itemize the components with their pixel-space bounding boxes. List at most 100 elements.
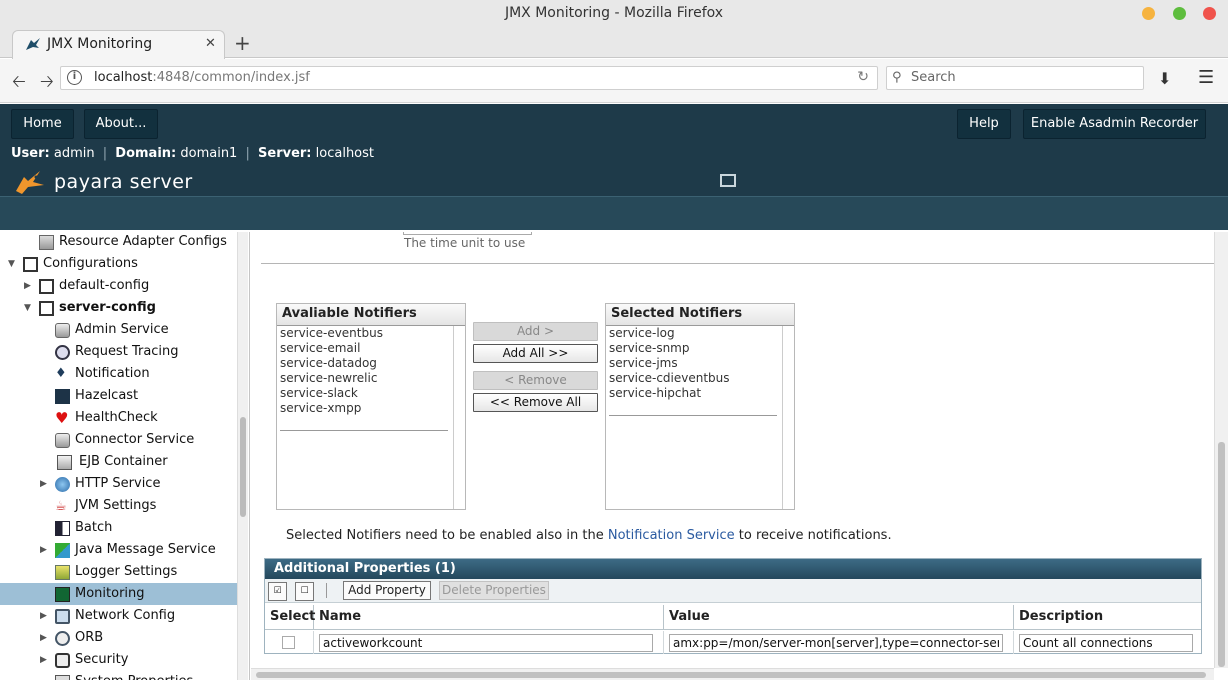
tree-item-jvm-settings[interactable]: ☕ JVM Settings	[0, 495, 237, 517]
property-name-field[interactable]	[319, 634, 653, 652]
remove-all-button[interactable]: << Remove All	[473, 393, 598, 412]
tree-item-resource-adapter-configs[interactable]: Resource Adapter Configs	[0, 232, 237, 253]
url-text[interactable]: localhost:4848/common/index.jsf	[94, 70, 310, 85]
tracing-icon	[55, 345, 70, 360]
column-header-name[interactable]: Name	[314, 605, 664, 630]
list-item[interactable]: service-datadog	[277, 356, 453, 371]
tree-item-logger-settings[interactable]: Logger Settings	[0, 561, 237, 583]
list-item[interactable]: service-snmp	[606, 341, 782, 356]
property-description-field[interactable]	[1019, 634, 1193, 652]
collapsed-toggle-icon[interactable]: ▶	[40, 627, 50, 649]
asadmin-recorder-button[interactable]: Enable Asadmin Recorder	[1023, 109, 1206, 139]
main-vertical-scrollbar[interactable]	[1214, 232, 1228, 668]
tree-item-batch[interactable]: Batch	[0, 517, 237, 539]
time-unit-select[interactable]	[403, 232, 532, 235]
tree-item-admin-service[interactable]: Admin Service	[0, 319, 237, 341]
collapsed-toggle-icon[interactable]: ▶	[40, 649, 50, 671]
list-item[interactable]: service-email	[277, 341, 453, 356]
reload-icon[interactable]: ↻	[857, 69, 869, 85]
column-header-description[interactable]: Description	[1014, 605, 1201, 630]
bell-icon: ♦	[55, 366, 67, 381]
add-all-button[interactable]: Add All >>	[473, 344, 598, 363]
address-bar[interactable]: i localhost:4848/common/index.jsf ↻	[60, 66, 878, 90]
maximize-button[interactable]	[1173, 7, 1186, 20]
add-property-button[interactable]: Add Property	[343, 581, 431, 600]
tree-item-server-config[interactable]: ▼ server-config	[0, 297, 237, 319]
list-item[interactable]: service-slack	[277, 386, 453, 401]
column-header-select[interactable]: Select	[265, 605, 315, 630]
tree-item-request-tracing[interactable]: Request Tracing	[0, 341, 237, 363]
tree-item-java-message-service[interactable]: ▶ Java Message Service	[0, 539, 237, 561]
list-item[interactable]: service-jms	[606, 356, 782, 371]
tree-item-security[interactable]: ▶ Security	[0, 649, 237, 671]
remove-button[interactable]: < Remove	[473, 371, 598, 390]
add-button[interactable]: Add >	[473, 322, 598, 341]
jms-icon	[55, 543, 70, 558]
config-icon	[23, 257, 38, 272]
tree-item-configurations[interactable]: ▼ Configurations	[0, 253, 237, 275]
tree-item-hazelcast[interactable]: Hazelcast	[0, 385, 237, 407]
layout-toggle-icon[interactable]	[720, 174, 736, 187]
tree-item-orb[interactable]: ▶ ORB	[0, 627, 237, 649]
list-item[interactable]: service-xmpp	[277, 401, 453, 416]
available-notifiers-list[interactable]: Avaliable Notifiers service-eventbus ser…	[276, 303, 466, 510]
tree-item-label: Network Config	[75, 608, 176, 623]
search-placeholder: Search	[911, 70, 956, 85]
delete-properties-button[interactable]: Delete Properties	[439, 581, 549, 600]
list-item[interactable]: service-log	[606, 326, 782, 341]
row-select-checkbox[interactable]	[282, 636, 295, 649]
select-all-icon[interactable]: ☑	[268, 582, 287, 601]
expanded-toggle-icon[interactable]: ▼	[8, 253, 18, 275]
expanded-toggle-icon[interactable]: ▼	[24, 297, 34, 319]
tree-item-ejb-container[interactable]: EJB Container	[0, 451, 237, 473]
notification-service-link[interactable]: Notification Service	[608, 528, 735, 543]
about-button[interactable]: About...	[84, 109, 158, 139]
collapsed-toggle-icon[interactable]: ▶	[40, 605, 50, 627]
main-scrollbar-thumb[interactable]	[1218, 442, 1225, 667]
tree-item-default-config[interactable]: ▶ default-config	[0, 275, 237, 297]
tree-scrollbar-thumb[interactable]	[240, 417, 246, 517]
tree-item-healthcheck[interactable]: ♥ HealthCheck	[0, 407, 237, 429]
deselect-all-icon[interactable]: ☐	[295, 582, 314, 601]
tree-item-label: Notification	[75, 366, 150, 381]
tree-scrollbar[interactable]	[237, 232, 248, 680]
collapsed-toggle-icon[interactable]: ▶	[40, 473, 50, 495]
list-item[interactable]: service-cdieventbus	[606, 371, 782, 386]
available-notifiers-items[interactable]: service-eventbus service-email service-d…	[277, 326, 454, 509]
hamburger-menu-icon[interactable]: ☰	[1198, 67, 1214, 88]
tree-item-notification[interactable]: ♦ Notification	[0, 363, 237, 385]
help-button[interactable]: Help	[957, 109, 1011, 139]
column-header-value[interactable]: Value	[664, 605, 1014, 630]
selected-notifiers-items[interactable]: service-log service-snmp service-jms ser…	[606, 326, 783, 509]
horizontal-scrollbar-thumb[interactable]	[256, 672, 1206, 678]
download-icon[interactable]: ⬇	[1158, 69, 1171, 88]
section-divider	[261, 263, 1214, 264]
tree-item-network-config[interactable]: ▶ Network Config	[0, 605, 237, 627]
list-item[interactable]: service-newrelic	[277, 371, 453, 386]
collapsed-toggle-icon[interactable]: ▶	[40, 539, 50, 561]
tree-item-label: default-config	[59, 278, 150, 293]
search-input[interactable]: ⚲ Search	[886, 66, 1144, 90]
orb-icon	[55, 631, 70, 646]
tree-item-monitoring[interactable]: Monitoring	[0, 583, 237, 605]
home-button[interactable]: Home	[11, 109, 74, 139]
tree-item-label: Batch	[75, 520, 113, 535]
tree-item-http-service[interactable]: ▶ HTTP Service	[0, 473, 237, 495]
site-info-icon[interactable]: i	[67, 70, 82, 85]
tree-item-system-properties[interactable]: System Properties	[0, 671, 237, 680]
minimize-button[interactable]	[1142, 7, 1155, 20]
collapsed-toggle-icon[interactable]: ▶	[24, 275, 34, 297]
new-tab-button[interactable]: +	[234, 31, 251, 55]
selected-notifiers-list[interactable]: Selected Notifiers service-log service-s…	[605, 303, 795, 510]
list-item[interactable]: service-hipchat	[606, 386, 782, 401]
close-window-button[interactable]	[1203, 7, 1216, 20]
forward-arrow-icon[interactable]: 🡢	[40, 69, 54, 98]
close-tab-icon[interactable]: ✕	[205, 36, 216, 51]
main-horizontal-scrollbar[interactable]	[251, 668, 1214, 680]
browser-tab[interactable]: JMX Monitoring ✕	[12, 30, 225, 59]
list-item[interactable]: service-eventbus	[277, 326, 453, 341]
time-unit-hint: The time unit to use	[404, 236, 526, 250]
property-value-field[interactable]	[669, 634, 1003, 652]
back-arrow-icon[interactable]: 🡠	[12, 69, 26, 98]
tree-item-connector-service[interactable]: Connector Service	[0, 429, 237, 451]
